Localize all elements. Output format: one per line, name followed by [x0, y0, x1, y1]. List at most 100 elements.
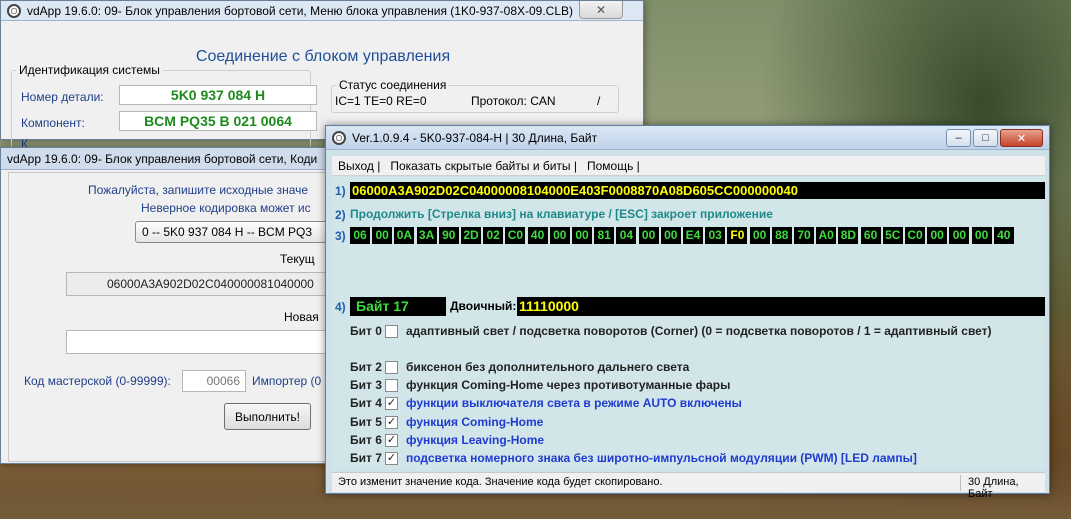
window-titlebar[interactable]: vdApp 19.6.0: 09- Блок управления бортов…: [1, 1, 643, 21]
menu-show-hidden[interactable]: Показать скрытые байты и биты |: [384, 159, 581, 173]
bit-checkbox[interactable]: [385, 324, 398, 338]
bit-name: Бит 0: [350, 324, 382, 338]
bit-name: Бит 2: [350, 360, 382, 374]
byte-cell[interactable]: 00: [749, 227, 770, 244]
menu-help[interactable]: Помощь |: [581, 159, 644, 173]
bit-description: функция Coming-Home: [406, 415, 544, 429]
window-title: vdApp 19.6.0: 09- Блок управления бортов…: [27, 3, 574, 18]
byte-cell[interactable]: 40: [993, 227, 1014, 244]
bit-name: Бит 3: [350, 378, 382, 392]
status-length: 30 Длина, Байт: [968, 476, 1019, 500]
maximize-icon[interactable]: □: [973, 129, 998, 147]
workshop-code-field[interactable]: 00066: [182, 370, 246, 392]
status-counters: IC=1 TE=0 RE=0: [335, 94, 427, 108]
byte-cell[interactable]: 06: [350, 227, 370, 244]
byte-cell[interactable]: 02: [483, 227, 504, 244]
byte-cell[interactable]: 00: [927, 227, 948, 244]
byte-cell[interactable]: 40: [527, 227, 548, 244]
current-code-label: Текущ: [280, 252, 315, 266]
bit-description: биксенон без дополнительного дальнего св…: [406, 360, 690, 374]
byte-cell[interactable]: 81: [594, 227, 615, 244]
row-2-number: 2): [335, 208, 346, 222]
component-field: BCM PQ35 B 021 0064: [119, 111, 317, 131]
byte-cell[interactable]: 00: [572, 227, 592, 244]
write-down-note: Пожалуйста, запишите исходные значе: [88, 183, 309, 197]
byte-cell[interactable]: 2D: [461, 227, 481, 244]
window-title: vdApp 19.6.0: 09- Блок управления бортов…: [7, 151, 318, 166]
bit-row: Бит 3 функция Coming-Home через противоту…: [350, 377, 730, 393]
bit-row: Бит 6 ✓ функция Leaving-Home: [350, 432, 544, 448]
byte-cell[interactable]: 90: [438, 227, 459, 244]
byte-cell[interactable]: 00: [372, 227, 393, 244]
system-identification-group: [11, 70, 311, 150]
new-code-label: Новая: [284, 310, 319, 324]
bit-row: Бит 0 адаптивный свет / подсветка поворот…: [350, 323, 992, 339]
bit-checkbox[interactable]: [385, 378, 398, 392]
bit-row: Бит 7 ✓ подсветка номерного знака без широ…: [350, 450, 917, 466]
navigation-hint: Продолжить [Стрелка вниз] на клавиатуре …: [350, 207, 773, 221]
byte-cell[interactable]: E4: [683, 227, 703, 244]
bit-row: Бит 5 ✓ функция Coming-Home: [350, 414, 543, 430]
bit-checkbox[interactable]: ✓: [385, 451, 398, 465]
byte-cell[interactable]: 5C: [882, 227, 903, 244]
bit-row: Бит 4 ✓ функции выключателя света в режиме…: [350, 395, 742, 411]
part-number-label: Номер детали:: [21, 90, 104, 104]
byte-cell[interactable]: 70: [794, 227, 814, 244]
bit-name: Бит 6: [350, 433, 382, 447]
selected-byte-label: Байт 17: [350, 297, 446, 316]
status-protocol: Протокол: CAN: [471, 94, 556, 108]
bit-checkbox[interactable]: ✓: [385, 396, 398, 410]
byte-cell[interactable]: C0: [905, 227, 925, 244]
system-identification-label: Идентификация системы: [16, 63, 163, 77]
byte-cell[interactable]: F0: [727, 227, 748, 244]
byte-cell[interactable]: C0: [505, 227, 526, 244]
new-code-field[interactable]: [66, 330, 340, 354]
importer-label: Импортер (0: [252, 374, 322, 388]
status-separator: [960, 475, 961, 491]
close-icon[interactable]: ✕: [579, 1, 623, 19]
menu-exit[interactable]: Выход |: [332, 159, 384, 173]
bit-name: Бит 4: [350, 396, 382, 410]
bit-checkbox[interactable]: ✓: [385, 415, 398, 429]
byte-cell[interactable]: 0A: [394, 227, 415, 244]
window-title: Ver.1.0.9.4 - 5K0-937-084-H | 30 Длина, …: [352, 130, 598, 145]
control-unit-select[interactable]: 0 -- 5K0 937 084 H -- BCM PQ3: [135, 221, 345, 243]
window-titlebar[interactable]: vdApp 19.6.0: 09- Блок управления бортов…: [1, 148, 339, 170]
bit-checkbox[interactable]: [385, 360, 398, 374]
execute-button[interactable]: Выполнить!: [224, 403, 311, 430]
byte-cell[interactable]: 03: [705, 227, 726, 244]
bit-checkbox[interactable]: ✓: [385, 433, 398, 447]
workshop-code-label: Код мастерской (0-99999):: [24, 374, 171, 388]
part-number-field: 5K0 937 084 H: [119, 85, 317, 105]
binary-label: Двоичный:: [450, 299, 517, 313]
coding-string-display: 06000A3A902D02C04000008104000E403F000887…: [350, 182, 1045, 199]
byte-cell[interactable]: 00: [638, 227, 659, 244]
status-slash: /: [597, 94, 601, 108]
byte-cell[interactable]: 04: [616, 227, 637, 244]
byte-editor-window: Ver.1.0.9.4 - 5K0-937-084-H | 30 Длина, …: [325, 125, 1050, 500]
window-controls: – □ ✕: [944, 129, 1043, 147]
byte-cell[interactable]: 60: [860, 227, 881, 244]
wrong-coding-note: Неверное кодировка может ис: [141, 201, 311, 215]
byte-cell[interactable]: 00: [971, 227, 992, 244]
byte-cell[interactable]: 3A: [416, 227, 437, 244]
byte-cell[interactable]: 88: [771, 227, 792, 244]
status-message: Это изменит значение кода. Значение кода…: [338, 476, 663, 488]
byte-cell[interactable]: 8D: [838, 227, 859, 244]
close-icon[interactable]: ✕: [1000, 129, 1043, 147]
bit-description: функции выключателя света в режиме AUTO …: [406, 396, 742, 410]
control-unit-menu-window: vdApp 19.6.0: 09- Блок управления бортов…: [0, 0, 644, 151]
byte-cell[interactable]: A0: [816, 227, 837, 244]
byte-cell[interactable]: 00: [949, 227, 970, 244]
window-titlebar[interactable]: Ver.1.0.9.4 - 5K0-937-084-H | 30 Длина, …: [326, 126, 1049, 150]
binary-value: 11110000: [517, 297, 1045, 316]
bit-description: функция Coming-Home через противотуманны…: [406, 378, 731, 392]
bit-name: Бит 5: [350, 415, 382, 429]
byte-cell[interactable]: 00: [549, 227, 570, 244]
status-bar: Это изменит значение кода. Значение кода…: [332, 472, 1045, 500]
minimize-icon[interactable]: –: [946, 129, 971, 147]
component-label: Компонент:: [21, 116, 85, 130]
row-3-number: 3): [335, 229, 346, 243]
byte-cell[interactable]: 00: [660, 227, 681, 244]
bit-row: Бит 2 биксенон без дополнительного дальне…: [350, 359, 689, 375]
